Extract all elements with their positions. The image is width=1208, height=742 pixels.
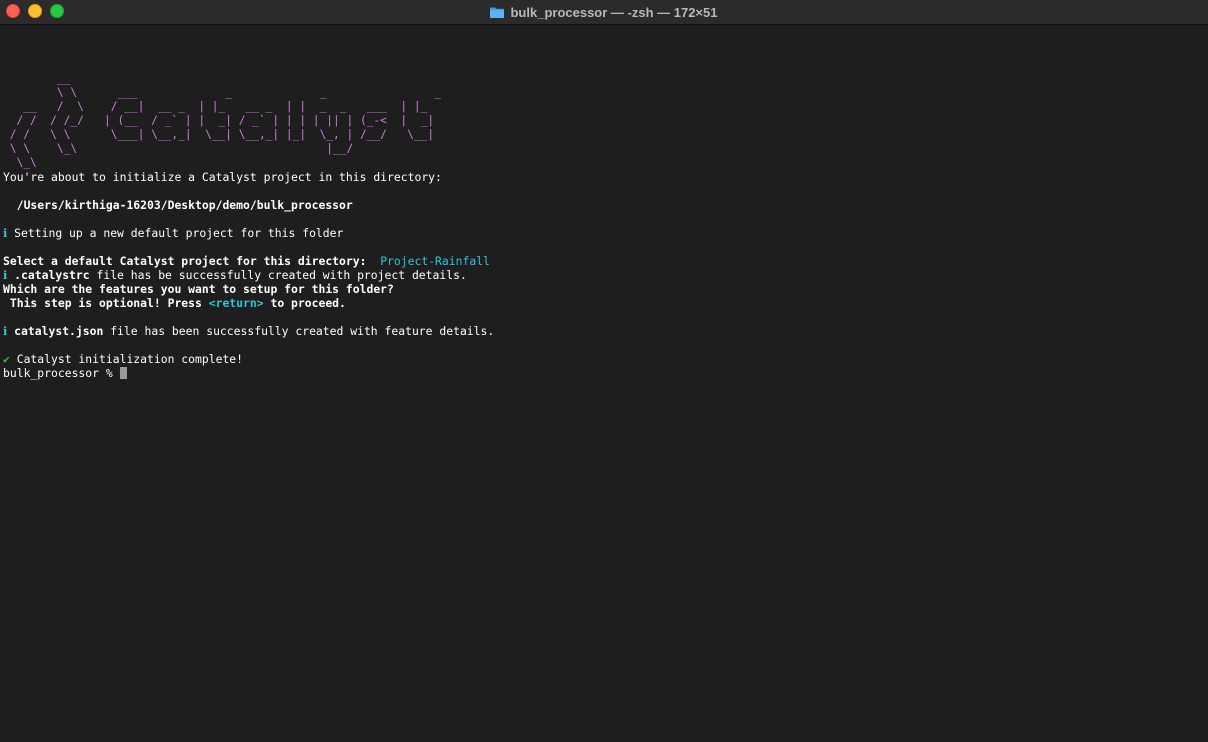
text-cursor — [119, 367, 127, 379]
window-title: bulk_processor — -zsh — 172×51 — [510, 4, 718, 20]
return-key-hint: <return> — [208, 296, 264, 310]
select-project-line: Select a default Catalyst project for th… — [3, 254, 490, 268]
logo-line: \ \ \_\ |__/ — [3, 142, 354, 155]
rc-created-line: ℹ .catalystrc file has be successfully c… — [3, 268, 467, 282]
selected-project: Project-Rainfall — [380, 254, 490, 268]
terminal-window: bulk_processor — -zsh — 172×51 __ \ \ __… — [0, 0, 1208, 742]
window-title-group: bulk_processor — -zsh — 172×51 — [490, 4, 718, 20]
json-created-line: ℹ catalyst.json file has been successful… — [3, 324, 495, 338]
shell-prompt[interactable]: bulk_processor % — [3, 366, 1208, 380]
complete-line: ✔ Catalyst initialization complete! — [3, 352, 244, 366]
zoom-window-button[interactable] — [50, 4, 64, 18]
catalyst-ascii-logo: __ \ \ ___ _ _ _ __ / \ / __| __ _ | |_ … — [3, 72, 1208, 170]
setup-line: ℹ Setting up a new default project for t… — [3, 226, 344, 240]
logo-line: \_\ — [3, 156, 37, 169]
title-bar[interactable]: bulk_processor — -zsh — 172×51 — [0, 0, 1208, 25]
logo-line: __ / \ / __| __ _ | |_ __ _ | | _ _ ___ … — [3, 100, 428, 113]
folder-icon — [490, 7, 505, 18]
checkmark-icon: ✔ — [3, 352, 10, 366]
logo-line: / / \ \ \___| \__,_| \__| \__,_| |_| \_,… — [3, 128, 435, 141]
intro-line: You're about to initialize a Catalyst pr… — [3, 170, 442, 184]
logo-line: / / / /_/ | (__ / _` | | _| / _` | | | |… — [3, 114, 435, 127]
close-window-button[interactable] — [6, 4, 20, 18]
features-prompt: Which are the features you want to setup… — [3, 282, 394, 296]
logo-line: __ — [3, 72, 71, 85]
minimize-window-button[interactable] — [28, 4, 42, 18]
terminal-output[interactable]: __ \ \ ___ _ _ _ __ / \ / __| __ _ | |_ … — [3, 44, 1208, 408]
window-controls — [6, 4, 64, 18]
project-path: /Users/kirthiga-16203/Desktop/demo/bulk_… — [3, 198, 353, 212]
optional-step-line: This step is optional! Press <return> to… — [3, 296, 346, 310]
logo-line: \ \ ___ _ _ _ — [3, 86, 441, 99]
